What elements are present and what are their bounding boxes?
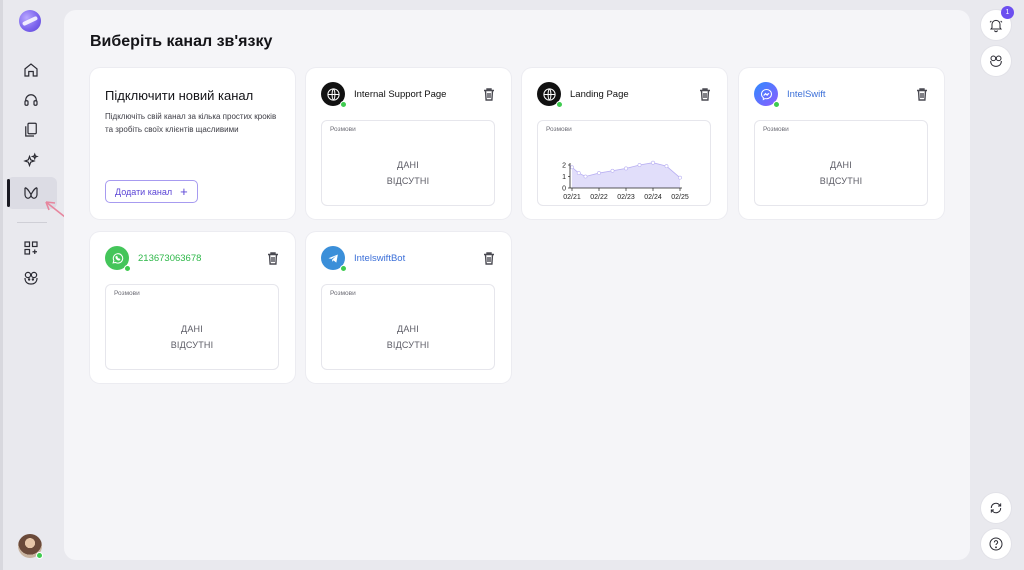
chart-x-tick-label: 02/25 <box>671 194 689 201</box>
add-channel-button[interactable]: Додати канал + <box>105 180 198 203</box>
trash-icon[interactable] <box>915 87 929 101</box>
app-logo[interactable] <box>19 10 41 32</box>
bot-icon[interactable] <box>17 265 45 291</box>
chart-x-tick-label: 02/22 <box>590 194 608 201</box>
new-channel-title: Підключити новий канал <box>105 88 254 103</box>
chart-x-tick-label: 02/24 <box>644 194 662 201</box>
channel-card-telegram[interactable]: IntelswiftBot Розмови ДАНІ ВІДСУТНІ <box>306 232 511 383</box>
chart-x-tick-label: 02/21 <box>563 194 581 201</box>
online-status-dot <box>340 101 347 108</box>
page-title: Виберіть канал зв'язку <box>90 33 273 50</box>
sidebar <box>0 0 58 570</box>
channel-name: IntelSwift <box>787 88 826 100</box>
chart-point <box>570 165 574 170</box>
online-status-dot <box>340 265 347 272</box>
conversations-stats: Розмови ДАНІ ВІДСУТНІ <box>105 284 279 370</box>
active-nav-indicator <box>7 179 10 207</box>
messenger-icon <box>754 82 780 108</box>
help-icon <box>989 537 1003 551</box>
new-channel-card: Підключити новий канал Підключіть свій к… <box>90 68 295 219</box>
globe-icon <box>321 82 347 108</box>
trash-icon[interactable] <box>482 251 496 265</box>
chart-point <box>637 163 642 167</box>
stats-label: Розмови <box>330 290 356 297</box>
documents-icon[interactable] <box>17 117 45 143</box>
no-data-text: ДАНІ ВІДСУТНІ <box>386 324 430 350</box>
add-channel-label: Додати канал <box>115 186 173 197</box>
trash-icon[interactable] <box>482 87 496 101</box>
notifications-button[interactable]: 1 <box>981 6 1014 40</box>
chart-point <box>576 171 581 175</box>
trash-icon[interactable] <box>698 87 712 101</box>
home-icon[interactable] <box>17 57 45 83</box>
headset-icon[interactable] <box>17 87 45 113</box>
conversations-stats: Розмови ДАНІ ВІДСУТНІ <box>321 120 495 206</box>
help-button[interactable] <box>981 529 1011 559</box>
user-avatar[interactable] <box>18 534 43 559</box>
bot-button[interactable] <box>981 46 1011 76</box>
online-status-dot <box>556 101 563 108</box>
online-status-dot <box>773 101 780 108</box>
stats-label: Розмови <box>763 126 789 133</box>
plus-icon: + <box>180 184 188 199</box>
channels-icon[interactable] <box>17 180 45 206</box>
telegram-icon <box>321 246 347 272</box>
chart-y-tick-label: 2 <box>562 162 566 169</box>
channel-name: IntelswiftBot <box>354 252 406 264</box>
sparkles-icon[interactable] <box>17 148 45 174</box>
stats-label: Розмови <box>114 290 140 297</box>
globe-icon <box>537 82 563 108</box>
chart-area <box>572 162 680 188</box>
bell-icon <box>989 19 1003 33</box>
online-status-dot <box>36 552 43 559</box>
channel-card-whatsapp[interactable]: 213673063678 Розмови ДАНІ ВІДСУТНІ <box>90 232 295 383</box>
conversations-chart: 0 1 2 02/21 02/22 02/23 02/24 02/25 <box>562 160 689 201</box>
bot-icon <box>990 55 1002 67</box>
chart-point <box>597 171 601 175</box>
no-data-text: ДАНІ ВІДСУТНІ <box>819 160 863 186</box>
chart-y-tick-label: 1 <box>562 174 566 181</box>
chart-point <box>624 166 628 171</box>
stats-label: Розмови <box>330 126 356 133</box>
online-status-dot <box>124 265 131 272</box>
trash-icon[interactable] <box>266 251 280 265</box>
main-panel: Виберіть канал зв'язку Підключити новий … <box>64 10 970 560</box>
channel-name: Landing Page <box>570 88 629 100</box>
refresh-icon <box>990 502 1002 514</box>
chart-point <box>664 164 669 169</box>
no-data-text: ДАНІ ВІДСУТНІ <box>170 324 214 350</box>
apps-add-icon[interactable] <box>17 235 45 261</box>
chart-point <box>678 175 682 180</box>
channel-card-landing-page[interactable]: Landing Page Розмови 0 1 2 02/21 02/22 02/23 0… <box>522 68 727 219</box>
chart-point <box>583 174 588 179</box>
conversations-stats: Розмови ДАНІ ВІДСУТНІ <box>321 284 495 370</box>
chart-x-tick-label: 02/23 <box>617 194 635 201</box>
channel-card-internal-support[interactable]: Internal Support Page Розмови ДАНІ ВІДСУ… <box>306 68 511 219</box>
conversations-stats: Розмови 0 1 2 02/21 02/22 02/23 02/24 02/25 <box>537 120 711 206</box>
whatsapp-icon <box>105 246 131 272</box>
chart-point <box>610 168 615 173</box>
channel-name: 213673063678 <box>138 252 202 264</box>
chart-point <box>651 160 655 165</box>
channel-card-intelswift[interactable]: IntelSwift Розмови ДАНІ ВІДСУТНІ <box>739 68 944 219</box>
new-channel-description: Підключіть свій канал за кілька простих … <box>105 112 277 134</box>
chart-y-tick-label: 0 <box>562 185 566 192</box>
conversations-stats: Розмови ДАНІ ВІДСУТНІ <box>754 120 928 206</box>
sync-button[interactable] <box>981 493 1011 523</box>
channel-name: Internal Support Page <box>354 88 447 100</box>
no-data-text: ДАНІ ВІДСУТНІ <box>386 160 430 186</box>
sidebar-divider <box>17 222 47 223</box>
notification-badge: 1 <box>1001 6 1014 19</box>
